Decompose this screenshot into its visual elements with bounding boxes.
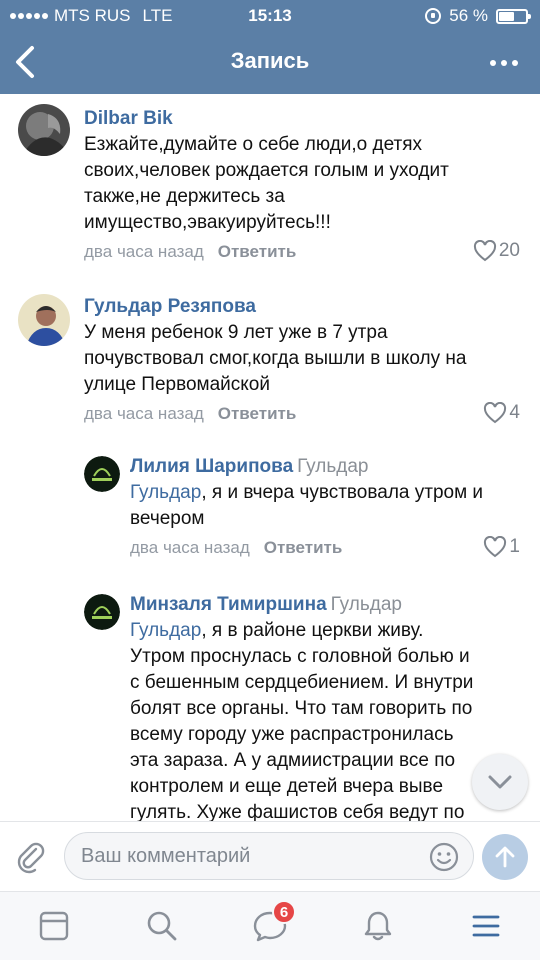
logo-avatar-icon (84, 594, 120, 630)
messages-badge: 6 (272, 900, 296, 924)
comment-line: Езжайте,думайте о себе люди,о детях (84, 134, 423, 155)
menu-icon (472, 915, 500, 937)
emoji-button[interactable] (428, 841, 460, 873)
smiley-icon (429, 842, 459, 872)
send-button[interactable] (482, 834, 528, 880)
header-bar: MTS RUS LTE 15:13 56 % Запись (0, 0, 540, 94)
comment-line: , я и вчера чувствовала утром и (201, 482, 484, 503)
author-name[interactable]: Лилия Шарипова (130, 456, 293, 477)
news-feed-icon (39, 911, 69, 941)
comment-line: болят все органы. Что там говорить по (130, 698, 473, 719)
nav-bar: Запись (0, 32, 540, 94)
status-bar: MTS RUS LTE 15:13 56 % (0, 0, 540, 32)
like-count: 4 (509, 402, 520, 423)
author-name[interactable]: Минзаля Тимиршина (130, 594, 327, 615)
comment-line: вечером (130, 508, 205, 529)
tab-messages[interactable]: 6 (250, 900, 296, 946)
comment-input[interactable] (64, 832, 474, 880)
attach-button[interactable] (14, 840, 48, 874)
tab-bar: 6 (0, 891, 540, 960)
avatar[interactable] (18, 104, 70, 156)
comment-text: Езжайте,думайте о себе люди,о детях свои… (84, 132, 524, 236)
paperclip-icon (17, 842, 45, 874)
comment-meta: два часа назад Ответить (84, 242, 296, 262)
tab-menu[interactable] (466, 906, 506, 946)
comment-line: , я в районе церкви живу. (201, 620, 424, 641)
comment-item: Dilbar Bik Езжайте,думайте о себе люди,о… (0, 94, 540, 280)
reply-to-name[interactable]: Гульдар (331, 594, 402, 615)
comment-line: гулять. Хуже фашистов себя ведут по (130, 802, 465, 821)
like-count: 20 (498, 240, 520, 261)
like-count: 1 (509, 536, 520, 557)
avatar[interactable] (84, 456, 120, 492)
comment-line: контролем и еще детей вчера выве (130, 776, 444, 797)
comment-time: два часа назад (84, 404, 204, 423)
comment-line: также,не держитесь за (84, 186, 285, 207)
tab-search[interactable] (142, 906, 182, 946)
avatar[interactable] (84, 594, 120, 630)
comment-line: улице Первомайской (84, 374, 270, 395)
tab-notifications[interactable] (358, 906, 398, 946)
comment-author[interactable]: Лилия Шарипова Гульдар (130, 456, 368, 478)
like-button[interactable]: 1 (483, 536, 520, 558)
battery-percent: 56 % (449, 6, 488, 25)
reply-button[interactable]: Ответить (218, 404, 297, 423)
comment-line: всему городу уже распрастронилась (130, 724, 454, 745)
comment-time: два часа назад (130, 538, 250, 557)
comment-meta: два часа назад Ответить (130, 538, 342, 558)
comment-meta: два часа назад Ответить (84, 404, 296, 424)
search-icon (147, 911, 177, 941)
tab-news[interactable] (34, 906, 74, 946)
comment-text: Гульдар, я и вчера чувствовала утром и в… (130, 480, 530, 532)
comment-text: У меня ребенок 9 лет уже в 7 утра почувс… (84, 320, 524, 398)
comment-author[interactable]: Минзаля Тимиршина Гульдар (130, 594, 402, 616)
comment-line: своих,человек рождается голым и уходит (84, 160, 449, 181)
reply-to-name[interactable]: Гульдар (297, 456, 368, 477)
heart-icon (484, 402, 507, 424)
reply-comment-item: Лилия Шарипова Гульдар Гульдар, я и вчера… (0, 450, 540, 578)
logo-avatar-icon (84, 456, 120, 492)
like-button[interactable]: 20 (473, 240, 520, 262)
comment-item: Гульдар Резяпова У меня ребенок 9 лет уж… (0, 284, 540, 434)
more-dots-icon (490, 60, 496, 66)
status-right: 56 % (425, 6, 531, 26)
like-button[interactable]: 4 (483, 402, 520, 424)
comment-line: эта зараза. А у адмиистрации все по (130, 750, 456, 771)
comment-author[interactable]: Гульдар Резяпова (84, 296, 256, 318)
avatar-photo-icon (18, 104, 70, 156)
bell-icon (364, 911, 392, 941)
comment-line: У меня ребенок 9 лет уже в 7 утра (84, 322, 388, 343)
battery-icon (496, 8, 531, 24)
comment-text: Гульдар, я в районе церкви живу. Утром п… (130, 618, 530, 821)
battery-fill (499, 11, 514, 21)
reply-comment-item: Минзаля Тимиршина Гульдар Гульдар, я в ра… (0, 588, 540, 821)
comment-author[interactable]: Dilbar Bik (84, 108, 173, 130)
orientation-lock-icon (425, 8, 442, 24)
heart-icon (473, 240, 496, 262)
page-title: Запись (230, 48, 310, 73)
chevron-down-icon (488, 775, 512, 789)
mention-link[interactable]: Гульдар (130, 620, 201, 641)
avatar-photo-icon (18, 294, 70, 346)
comments-feed[interactable]: Dilbar Bik Езжайте,думайте о себе люди,о… (0, 94, 540, 821)
more-options-button[interactable] (482, 46, 526, 80)
scroll-down-button[interactable] (472, 754, 528, 810)
mention-link[interactable]: Гульдар (130, 482, 201, 503)
reply-button[interactable]: Ответить (218, 242, 297, 261)
comment-line: с бешенным сердцебиением. И внутри (130, 672, 474, 693)
comment-line: Утром проснулась с головной болью и (130, 646, 470, 667)
comment-composer (0, 821, 540, 891)
reply-button[interactable]: Ответить (264, 538, 343, 557)
heart-icon (484, 536, 507, 558)
arrow-up-icon (495, 846, 515, 868)
comment-line: почувствовал смог,когда вышли в школу на (84, 348, 467, 369)
avatar[interactable] (18, 294, 70, 346)
comment-line: имущество,эвакуируйтесь!!! (84, 212, 331, 233)
comment-time: два часа назад (84, 242, 204, 261)
